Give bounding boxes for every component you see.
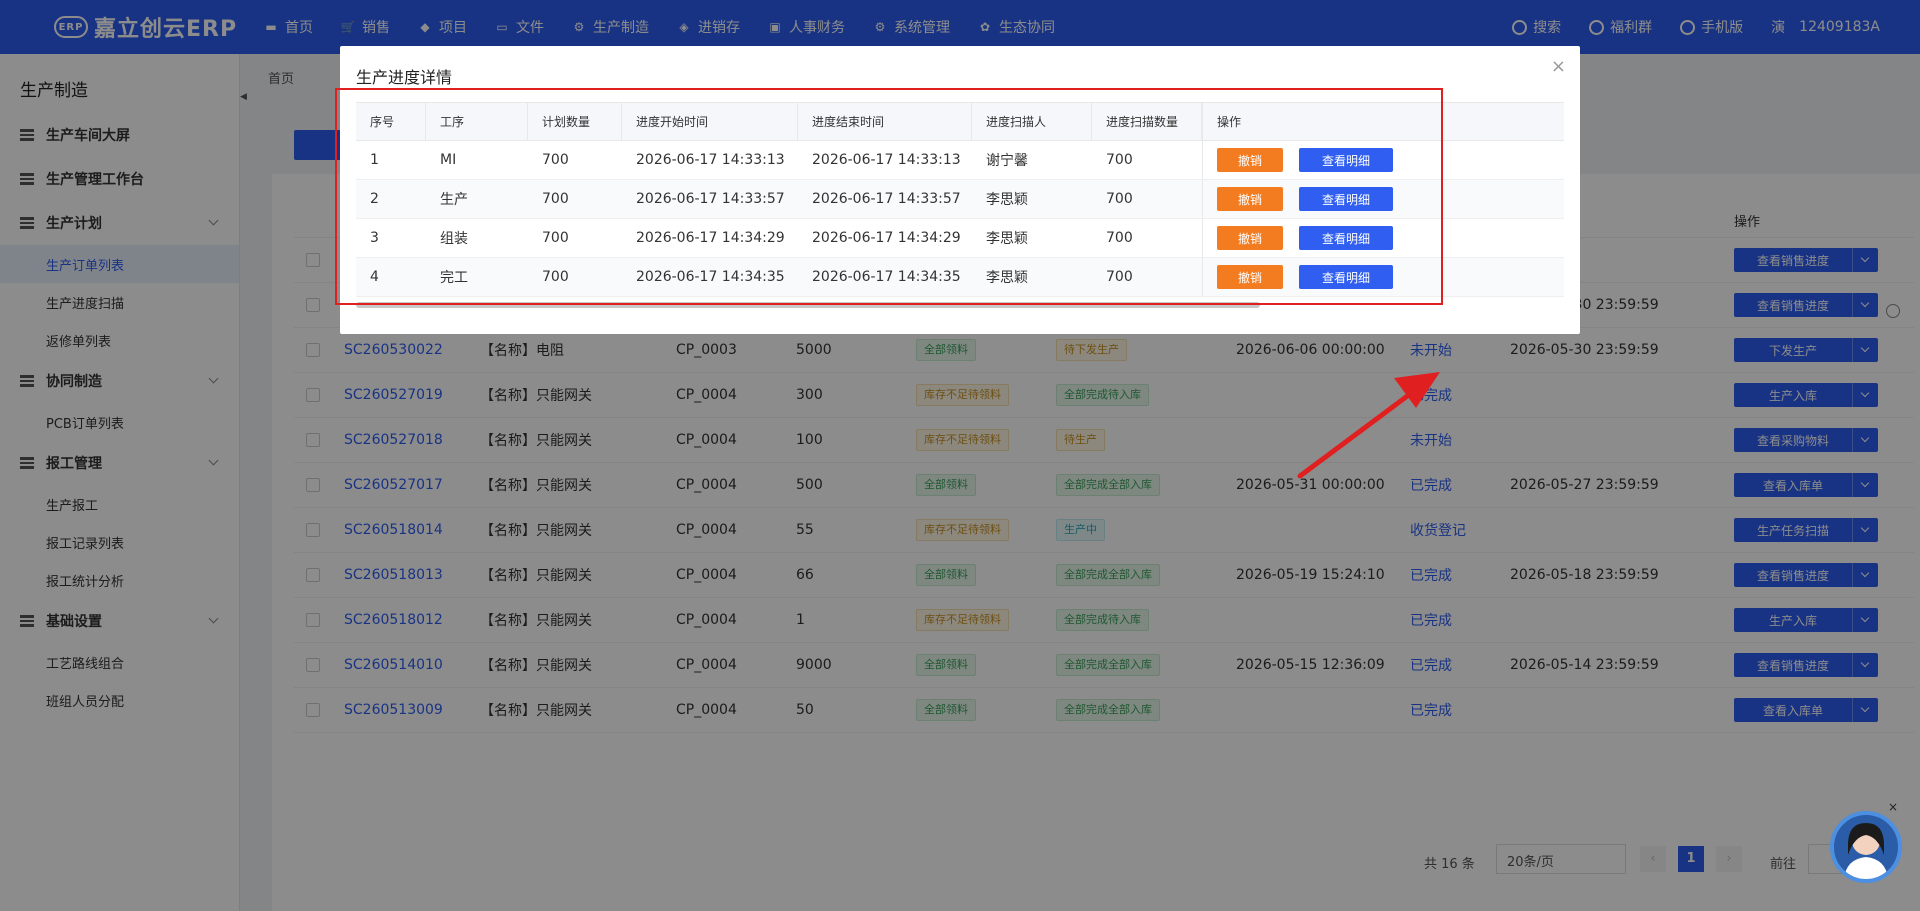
annotation-arrow-icon — [1297, 372, 1440, 479]
float-close-icon[interactable]: × — [1888, 800, 1898, 814]
assistant-avatar[interactable] — [1830, 811, 1902, 883]
dialog-close-button[interactable]: × — [1551, 56, 1566, 77]
assistant-face-icon — [1844, 823, 1888, 879]
annotation-highlight-box — [335, 88, 1443, 305]
dialog-title: 生产进度详情 — [356, 68, 453, 87]
